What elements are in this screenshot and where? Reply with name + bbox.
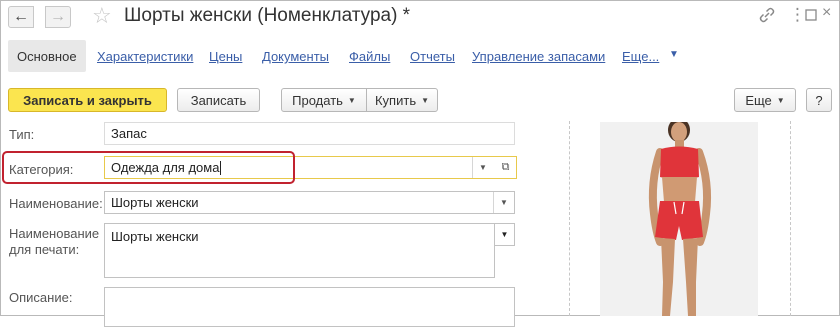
chevron-down-icon: ▼ (421, 95, 430, 105)
tab-characteristics[interactable]: Характеристики (97, 49, 193, 64)
back-button[interactable]: ← (8, 6, 34, 28)
help-label: ? (815, 92, 823, 108)
save-and-close-button[interactable]: Записать и закрыть (8, 88, 167, 112)
more-actions-button[interactable]: Еще ▼ (734, 88, 796, 112)
maximize-icon[interactable] (805, 8, 817, 25)
crop-top (660, 146, 699, 180)
name-label: Наименование: (9, 196, 103, 211)
link-icon[interactable] (758, 6, 776, 28)
chevron-down-icon[interactable]: ▼ (669, 49, 679, 60)
chevron-down-icon: ▼ (500, 230, 509, 239)
help-button[interactable]: ? (806, 88, 832, 112)
buy-label: Купить (374, 92, 417, 108)
sell-button[interactable]: Продать ▼ (281, 88, 367, 112)
type-value: Запас (111, 126, 147, 141)
chevron-down-icon: ▼ (776, 95, 785, 105)
tab-documents[interactable]: Документы (262, 49, 329, 64)
save-button[interactable]: Записать (177, 88, 260, 112)
tab-reports[interactable]: Отчеты (410, 49, 455, 64)
tab-prices[interactable]: Цены (209, 49, 242, 64)
product-photo[interactable] (600, 122, 758, 316)
tab-inventory-management[interactable]: Управление запасами (472, 49, 605, 64)
close-icon[interactable]: × (822, 4, 831, 22)
left-leg (661, 238, 675, 316)
arrow-left-icon: ← (13, 8, 29, 25)
more-label: Еще (745, 92, 772, 108)
right-leg (683, 238, 698, 316)
forward-button[interactable]: → (45, 6, 71, 28)
chevron-down-icon[interactable]: ▼ (493, 192, 514, 213)
save-and-close-label: Записать и закрыть (23, 92, 152, 108)
tab-files[interactable]: Файлы (349, 49, 390, 64)
print-name-field[interactable]: Шорты женски (104, 223, 495, 278)
maximize-icon-svg (805, 9, 817, 21)
save-label: Записать (190, 92, 247, 108)
image-panel-divider-left (569, 121, 570, 316)
chevron-down-icon[interactable]: ▼ (472, 157, 493, 178)
type-field: Запас (104, 122, 515, 145)
shorts (655, 201, 703, 240)
description-label: Описание: (9, 290, 73, 305)
print-name-dropdown[interactable]: ▼ (494, 223, 515, 246)
tab-main[interactable]: Основное (8, 40, 86, 72)
description-field[interactable] (104, 287, 515, 327)
sell-label: Продать (292, 92, 343, 108)
window-title: Шорты женски (Номенклатура) * (124, 5, 411, 26)
torso (662, 177, 697, 202)
name-field[interactable]: Шорты женски ▼ (104, 191, 515, 214)
category-highlight-frame (2, 151, 295, 184)
star-icon[interactable]: ☆ (92, 3, 112, 29)
arrow-right-icon: → (50, 8, 66, 25)
print-name-label-line2: для печати: (9, 242, 80, 257)
tab-more[interactable]: Еще... (622, 49, 659, 64)
type-label: Тип: (9, 127, 35, 142)
chevron-down-icon: ▼ (347, 95, 356, 105)
print-name-value: Шорты женски (111, 229, 199, 244)
buy-button[interactable]: Купить ▼ (366, 88, 438, 112)
face (671, 122, 687, 142)
print-name-label-line1: Наименование (9, 226, 100, 241)
image-panel-divider-right (790, 121, 791, 316)
name-value: Шорты женски (111, 195, 199, 210)
kebab-icon[interactable]: ⋮ (789, 5, 806, 25)
link-icon-svg (759, 7, 775, 23)
open-icon[interactable]: ⧉ (495, 157, 516, 178)
